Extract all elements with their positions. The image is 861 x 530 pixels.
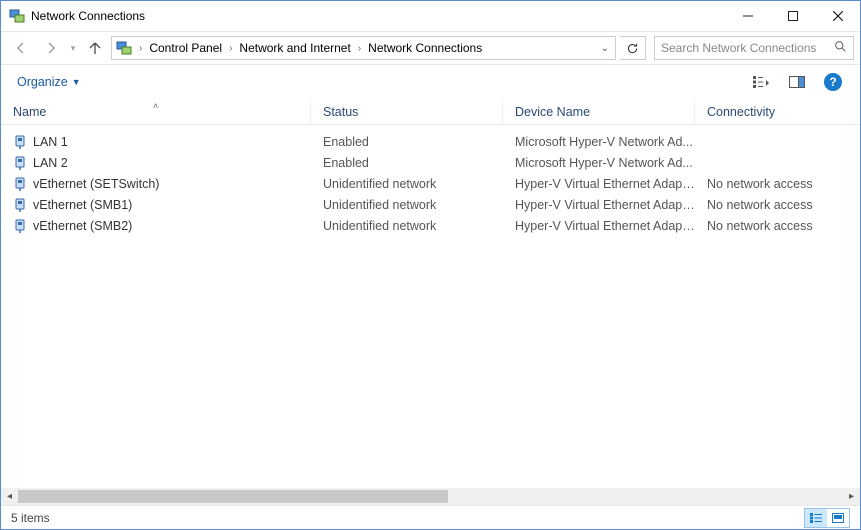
scroll-track[interactable]: [18, 488, 843, 505]
preview-pane-button[interactable]: [780, 69, 814, 95]
connection-list: LAN 1 EnabledMicrosoft Hyper-V Network Ad…: [1, 125, 860, 488]
connection-connectivity: No network access: [695, 219, 860, 233]
connection-connectivity: No network access: [695, 198, 860, 212]
status-bar: 5 items: [1, 505, 860, 529]
connection-status: Unidentified network: [311, 219, 503, 233]
organize-button[interactable]: Organize ▼: [11, 71, 87, 93]
connection-row[interactable]: vEthernet (SMB1) Unidentified networkHype…: [1, 194, 860, 215]
help-button[interactable]: ?: [816, 69, 850, 95]
titlebar: Network Connections: [1, 1, 860, 31]
window-title: Network Connections: [31, 9, 145, 23]
network-adapter-icon: [13, 177, 27, 191]
connection-row[interactable]: LAN 1 EnabledMicrosoft Hyper-V Network Ad…: [1, 131, 860, 152]
network-adapter-icon: [13, 156, 27, 170]
close-button[interactable]: [815, 1, 860, 31]
connection-name: vEthernet (SMB1): [33, 198, 132, 212]
back-button[interactable]: [7, 35, 35, 61]
connection-device: Microsoft Hyper-V Network Ad...: [503, 135, 695, 149]
refresh-button[interactable]: [620, 36, 646, 60]
help-icon: ?: [824, 73, 842, 91]
up-button[interactable]: [81, 35, 109, 61]
minimize-button[interactable]: [725, 1, 770, 31]
connection-row[interactable]: vEthernet (SMB2) Unidentified networkHype…: [1, 215, 860, 236]
app-icon: [9, 8, 25, 24]
breadcrumb-seg-network-internet[interactable]: Network and Internet: [235, 37, 354, 59]
breadcrumb-seg-network-connections[interactable]: Network Connections: [364, 37, 486, 59]
connection-status: Unidentified network: [311, 177, 503, 191]
toolbar: Organize ▼ ?: [1, 65, 860, 99]
chevron-down-icon: ▼: [72, 77, 81, 87]
connection-row[interactable]: vEthernet (SETSwitch) Unidentified networ…: [1, 173, 860, 194]
connection-name: vEthernet (SETSwitch): [33, 177, 159, 191]
column-header-connectivity[interactable]: Connectivity: [695, 99, 860, 124]
breadcrumb-seg-control-panel[interactable]: Control Panel: [145, 37, 226, 59]
search-input[interactable]: Search Network Connections: [654, 36, 854, 60]
column-header-device[interactable]: Device Name: [503, 99, 695, 124]
connection-connectivity: No network access: [695, 177, 860, 191]
scroll-left-button[interactable]: ◂: [1, 488, 18, 505]
connection-device: Hyper-V Virtual Ethernet Adapte...: [503, 219, 695, 233]
connection-name: vEthernet (SMB2): [33, 219, 132, 233]
column-header-status[interactable]: Status: [311, 99, 503, 124]
connection-status: Enabled: [311, 156, 503, 170]
forward-button[interactable]: [37, 35, 65, 61]
large-icons-view-button[interactable]: [827, 509, 849, 527]
network-adapter-icon: [13, 135, 27, 149]
sort-indicator: ˄: [153, 101, 158, 111]
history-dropdown[interactable]: ▾: [67, 43, 79, 54]
breadcrumb[interactable]: › Control Panel › Network and Internet ›…: [111, 36, 616, 60]
connection-device: Microsoft Hyper-V Network Ad...: [503, 156, 695, 170]
maximize-button[interactable]: [770, 1, 815, 31]
breadcrumb-dropdown[interactable]: ⌄: [595, 43, 615, 54]
horizontal-scrollbar[interactable]: ◂ ▸: [1, 488, 860, 505]
connection-device: Hyper-V Virtual Ethernet Adapter: [503, 177, 695, 191]
search-placeholder: Search Network Connections: [661, 41, 834, 55]
status-text: 5 items: [11, 511, 50, 525]
column-headers: Name ˄ Status Device Name Connectivity: [1, 99, 860, 125]
address-bar: ▾ › Control Panel › Network and Internet…: [1, 31, 860, 65]
view-mode-switcher: [804, 508, 850, 528]
search-icon: [834, 40, 847, 56]
scroll-right-button[interactable]: ▸: [843, 488, 860, 505]
organize-label: Organize: [17, 75, 68, 89]
details-view-button[interactable]: [805, 509, 827, 527]
network-adapter-icon: [13, 219, 27, 233]
breadcrumb-caret[interactable]: ›: [226, 43, 235, 54]
view-options-button[interactable]: [744, 69, 778, 95]
connection-status: Unidentified network: [311, 198, 503, 212]
connection-name: LAN 1: [33, 135, 68, 149]
location-icon: [116, 40, 132, 56]
connection-name: LAN 2: [33, 156, 68, 170]
connection-status: Enabled: [311, 135, 503, 149]
breadcrumb-caret[interactable]: ›: [355, 43, 364, 54]
breadcrumb-caret[interactable]: ›: [136, 43, 145, 54]
connection-device: Hyper-V Virtual Ethernet Adapte...: [503, 198, 695, 212]
connection-row[interactable]: LAN 2 EnabledMicrosoft Hyper-V Network Ad…: [1, 152, 860, 173]
network-adapter-icon: [13, 198, 27, 212]
scroll-thumb[interactable]: [18, 490, 448, 503]
